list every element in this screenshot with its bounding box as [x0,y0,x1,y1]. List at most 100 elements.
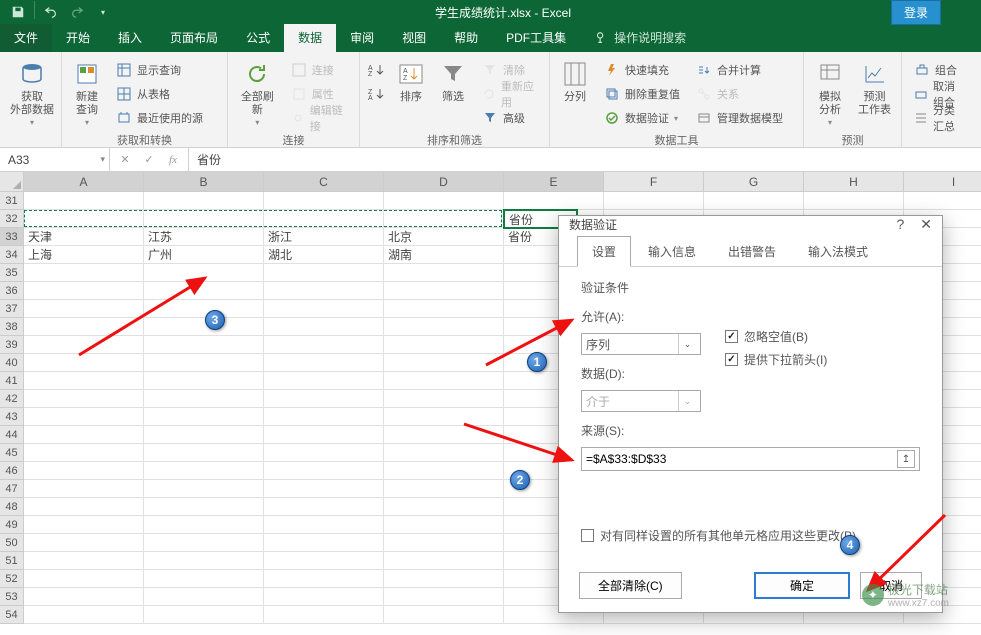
row-header[interactable]: 32 [0,210,24,228]
cell[interactable] [384,300,504,318]
cell[interactable]: 浙江 [264,228,384,246]
range-picker-icon[interactable]: ↥ [897,450,915,468]
cell[interactable] [24,390,144,408]
from-table-button[interactable]: 从表格 [112,83,207,105]
name-box[interactable]: A33▾ [0,148,110,171]
cell[interactable] [144,282,264,300]
row-header[interactable]: 36 [0,282,24,300]
row-header[interactable]: 33 [0,228,24,246]
cell[interactable] [264,498,384,516]
cell[interactable] [384,336,504,354]
cell[interactable] [144,480,264,498]
column-header[interactable]: G [704,172,804,192]
cell[interactable] [384,498,504,516]
cell[interactable] [384,192,504,210]
redo-icon[interactable] [65,1,89,23]
ignore-blank-checkbox[interactable]: 忽略空值(B) [725,328,827,345]
tab-help[interactable]: 帮助 [440,24,492,52]
cell[interactable] [264,300,384,318]
cell[interactable] [144,498,264,516]
cell[interactable] [264,606,384,624]
tab-file[interactable]: 文件 [0,24,52,52]
recent-sources-button[interactable]: 最近使用的源 [112,107,207,129]
column-header[interactable]: F [604,172,704,192]
cell[interactable] [144,426,264,444]
enter-formula-icon[interactable]: ✓ [138,153,160,166]
cell[interactable] [24,444,144,462]
save-icon[interactable] [6,1,30,23]
tab-review[interactable]: 审阅 [336,24,388,52]
cell[interactable] [24,588,144,606]
row-header[interactable]: 38 [0,318,24,336]
column-header[interactable]: I [904,172,981,192]
cell[interactable] [24,372,144,390]
apply-all-checkbox[interactable]: 对有同样设置的所有其他单元格应用这些更改(P) [581,527,920,544]
undo-icon[interactable] [39,1,63,23]
help-icon[interactable]: ? [896,216,904,233]
cell[interactable] [24,408,144,426]
get-external-data-button[interactable]: 获取 外部数据 ▾ [4,55,60,131]
clear-all-button[interactable]: 全部清除(C) [579,572,682,599]
row-header[interactable]: 45 [0,444,24,462]
cell[interactable] [144,588,264,606]
cell[interactable] [384,552,504,570]
cell[interactable] [144,318,264,336]
cell[interactable] [264,552,384,570]
connections-button[interactable]: 连接 [287,59,351,81]
row-header[interactable]: 42 [0,390,24,408]
row-header[interactable]: 51 [0,552,24,570]
cell[interactable] [264,426,384,444]
sort-asc-button[interactable]: AZ [366,59,388,81]
login-button[interactable]: 登录 [891,0,941,25]
cell[interactable] [24,300,144,318]
cell[interactable] [384,372,504,390]
cell[interactable]: 北京 [384,228,504,246]
cell[interactable] [264,516,384,534]
row-header[interactable]: 39 [0,336,24,354]
cell[interactable]: 湖北 [264,246,384,264]
close-icon[interactable]: ✕ [920,216,932,233]
row-header[interactable]: 46 [0,462,24,480]
column-header[interactable]: H [804,172,904,192]
cell[interactable] [384,354,504,372]
whatif-button[interactable]: 模拟分析 ▾ [808,55,852,131]
cell[interactable] [144,516,264,534]
cell[interactable] [384,588,504,606]
ok-button[interactable]: 确定 [754,572,850,599]
cell[interactable] [144,192,264,210]
cell[interactable] [264,480,384,498]
cell[interactable] [804,192,904,210]
cell[interactable] [144,408,264,426]
cell[interactable] [24,426,144,444]
formula-input[interactable]: 省份 [189,148,981,171]
column-header[interactable]: C [264,172,384,192]
sort-desc-button[interactable]: ZA [366,83,388,105]
row-header[interactable]: 54 [0,606,24,624]
cell[interactable] [24,336,144,354]
dropdown-checkbox[interactable]: 提供下拉箭头(I) [725,351,827,368]
cell[interactable] [264,318,384,336]
qat-dropdown-icon[interactable]: ▾ [91,1,115,23]
cell[interactable] [144,552,264,570]
cancel-formula-icon[interactable]: ✕ [114,153,136,166]
cell[interactable] [264,264,384,282]
cell[interactable] [384,444,504,462]
subtotal-button[interactable]: 分类汇总 [910,107,966,129]
cell[interactable] [144,462,264,480]
cell[interactable] [264,408,384,426]
cell[interactable] [264,354,384,372]
cell[interactable] [384,462,504,480]
cell[interactable] [604,192,704,210]
cell[interactable] [144,300,264,318]
cell[interactable] [24,516,144,534]
tab-insert[interactable]: 插入 [104,24,156,52]
column-header[interactable]: D [384,172,504,192]
cell[interactable] [144,444,264,462]
cell[interactable] [264,588,384,606]
row-header[interactable]: 35 [0,264,24,282]
cell[interactable] [264,444,384,462]
cell[interactable] [384,210,504,228]
row-header[interactable]: 40 [0,354,24,372]
cell[interactable] [904,192,981,210]
row-header[interactable]: 44 [0,426,24,444]
